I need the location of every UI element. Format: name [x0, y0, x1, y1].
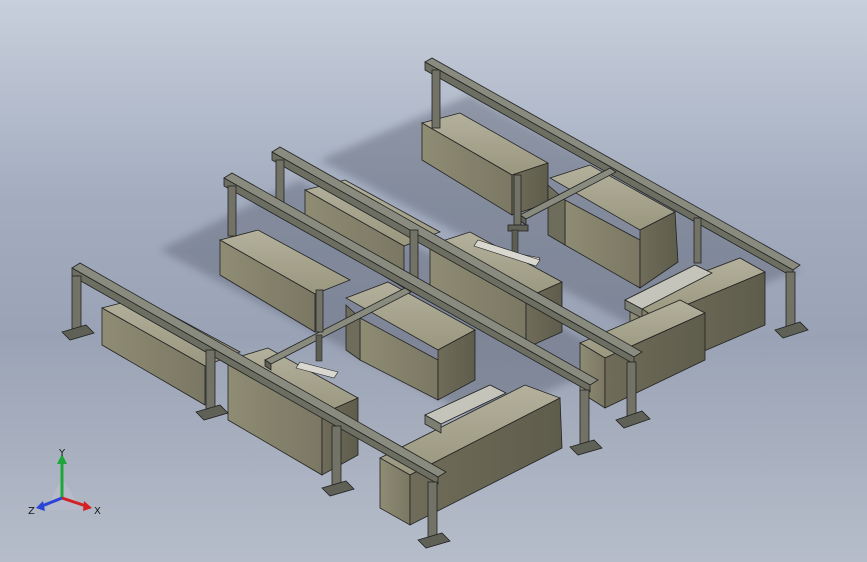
z-axis-label: Z	[28, 506, 35, 517]
cad-model-view[interactable]	[0, 0, 867, 562]
graphics-viewport[interactable]: Y X Z	[0, 0, 867, 562]
support-post-middle-3[interactable]	[409, 229, 419, 281]
y-axis-label: Y	[58, 448, 66, 459]
support-post-back-4[interactable]	[693, 217, 702, 264]
support-post-back-3[interactable]	[774, 271, 809, 339]
support-post-front-7[interactable]	[315, 289, 324, 333]
triad-plane-icon	[46, 478, 82, 510]
x-axis-label: X	[94, 506, 101, 517]
support-post-back-1[interactable]	[431, 69, 441, 129]
housing-box-middle-right[interactable]	[579, 299, 706, 409]
support-post-front-5[interactable]	[227, 185, 237, 237]
coordinate-triad: Y X Z	[28, 448, 101, 517]
